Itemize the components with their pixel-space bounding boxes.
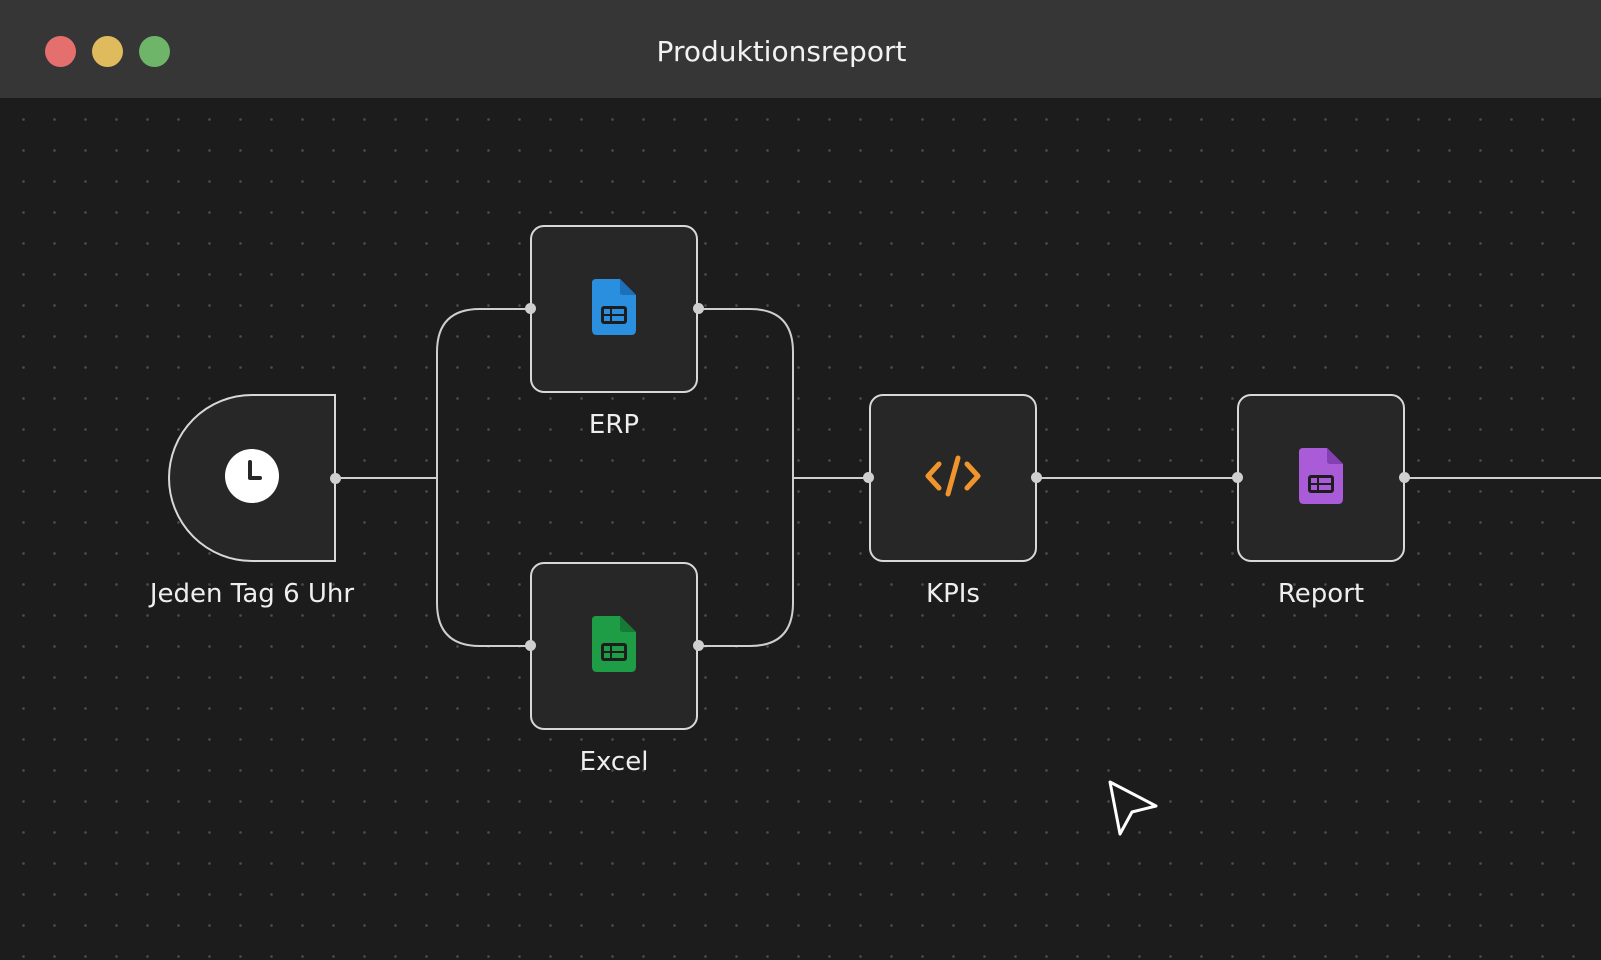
excel-node-label: Excel: [579, 747, 649, 777]
window-title: Produktionsreport: [656, 35, 907, 68]
report-node[interactable]: [1237, 394, 1405, 562]
connection-erp-to-merge: [699, 308, 794, 478]
erp-node-label: ERP: [588, 410, 640, 440]
spreadsheet-icon: [1299, 448, 1343, 508]
trigger-node-label: Jeden Tag 6 Uhr: [149, 579, 355, 609]
kpis-input-port[interactable]: [863, 472, 874, 483]
erp-input-port[interactable]: [525, 303, 536, 314]
app-window: Produktionsreport Jeden Tag 6 Uhr ERP Ex…: [0, 0, 1601, 960]
title-bar: Produktionsreport: [0, 0, 1601, 98]
trigger-output-port[interactable]: [330, 473, 341, 484]
spreadsheet-icon: [592, 616, 636, 676]
excel-node[interactable]: [530, 562, 698, 730]
connection-excel-to-merge: [699, 478, 794, 647]
erp-output-port[interactable]: [693, 303, 704, 314]
kpis-node-label: KPIs: [926, 579, 980, 609]
clock-icon: [224, 448, 280, 508]
trigger-node[interactable]: [168, 394, 336, 562]
report-output-port[interactable]: [1399, 472, 1410, 483]
workflow-canvas[interactable]: Jeden Tag 6 Uhr ERP Excel KPIs Report: [0, 98, 1601, 960]
report-input-port[interactable]: [1232, 472, 1243, 483]
connection-to-excel: [436, 478, 531, 647]
code-icon: [924, 454, 982, 502]
excel-output-port[interactable]: [693, 640, 704, 651]
excel-input-port[interactable]: [525, 640, 536, 651]
spreadsheet-icon: [592, 279, 636, 339]
mouse-pointer-icon: [1106, 778, 1162, 842]
kpis-output-port[interactable]: [1031, 472, 1042, 483]
erp-node[interactable]: [530, 225, 698, 393]
kpis-node[interactable]: [869, 394, 1037, 562]
report-node-label: Report: [1277, 579, 1365, 609]
connection-to-erp: [436, 308, 531, 478]
